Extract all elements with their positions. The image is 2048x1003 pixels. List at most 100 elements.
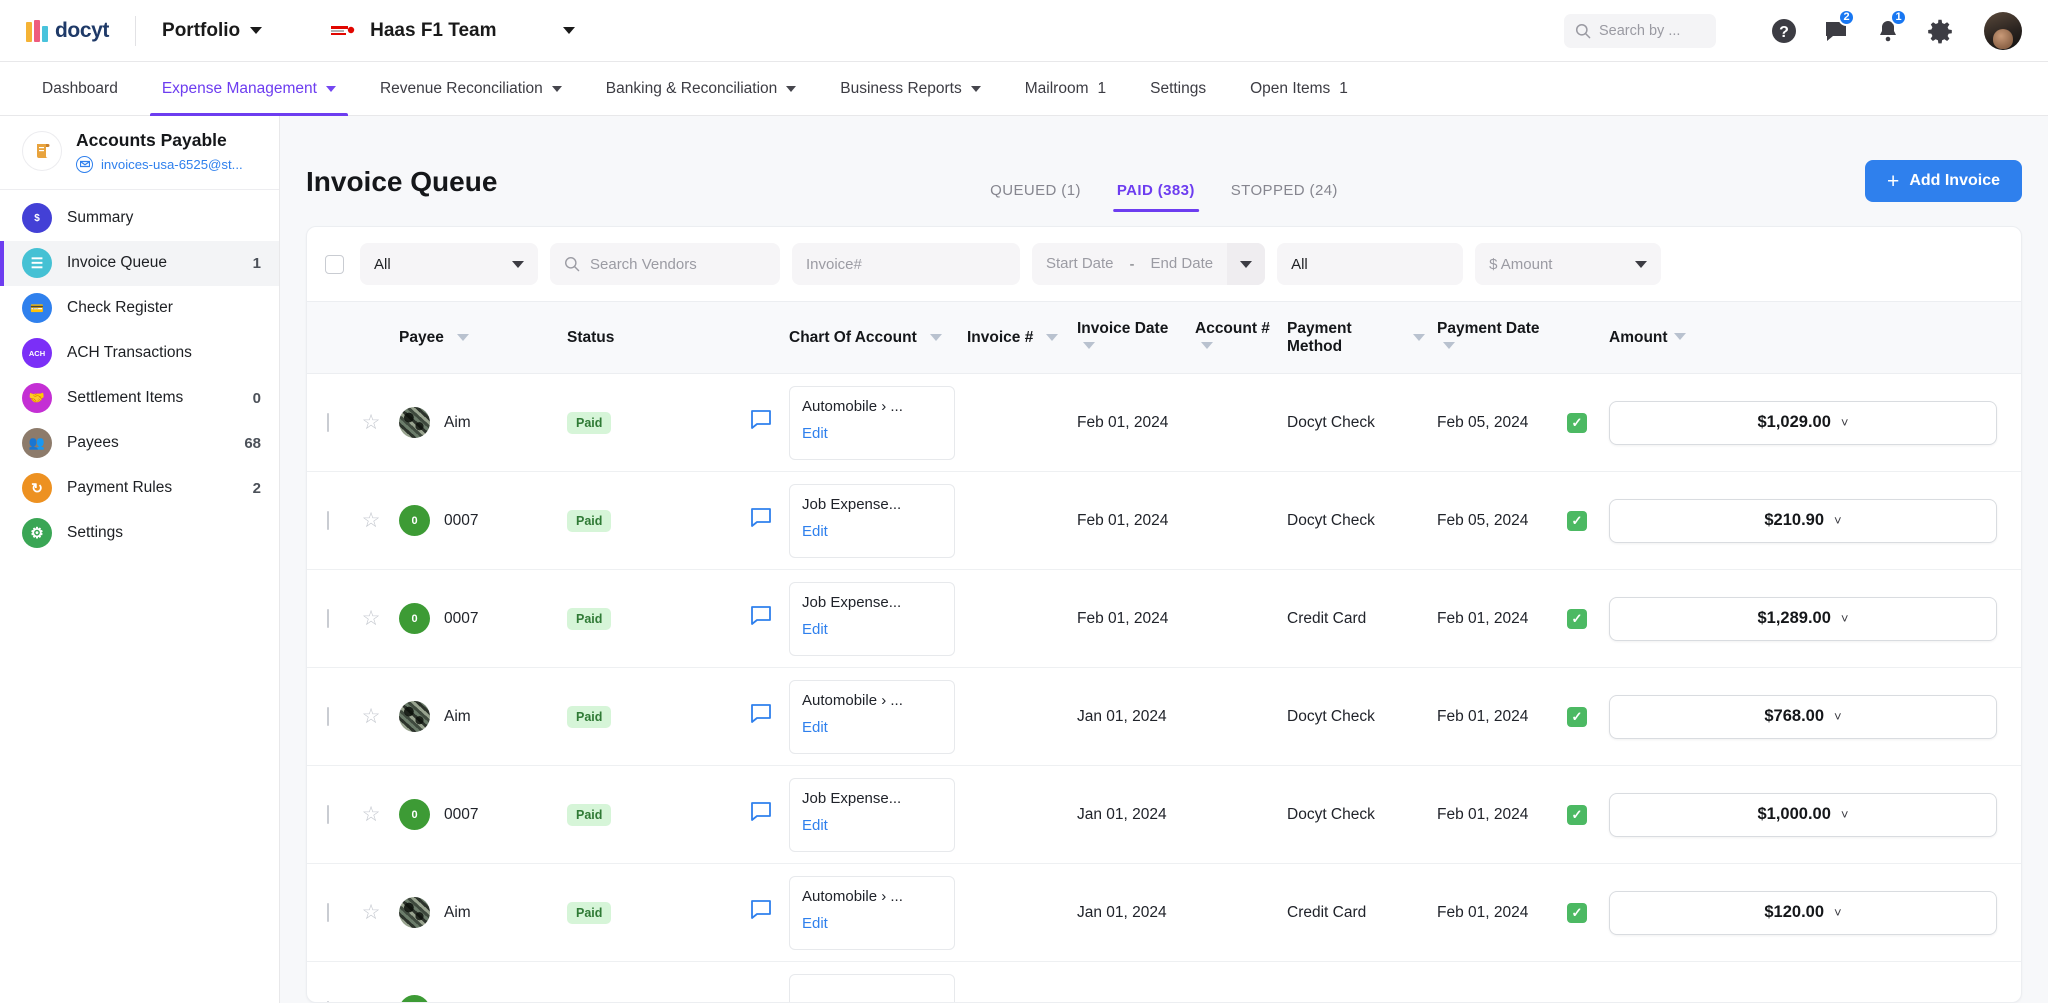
sidebar-item-ach-transactions[interactable]: ACH ACH Transactions [0, 331, 279, 376]
team-selector[interactable]: Haas F1 Team [330, 20, 575, 42]
accounts-payable-header[interactable]: Accounts Payable invoices-usa-6525@st... [0, 116, 279, 190]
sidebar-item-summary[interactable]: $ Summary [0, 196, 279, 241]
row-checkbox[interactable] [327, 804, 329, 824]
table-row[interactable]: ☆ Aim Paid [307, 373, 2021, 472]
coa-edit-link[interactable]: Edit [802, 425, 942, 442]
coa-edit-link[interactable]: Edit [802, 719, 942, 736]
nav-item-mailroom[interactable]: Mailroom 1 [1003, 62, 1128, 116]
th-label: Account # [1195, 319, 1270, 337]
portfolio-selector[interactable]: Portfolio [162, 20, 263, 42]
row-checkbox[interactable] [327, 608, 329, 628]
sidebar-item-invoice-queue[interactable]: ☰ Invoice Queue 1 [0, 240, 279, 286]
sidebar-item-payees[interactable]: 👥 Payees 68 [0, 421, 279, 466]
favorite-star-icon[interactable]: ☆ [362, 803, 381, 826]
comment-icon[interactable] [750, 507, 772, 534]
sidebar-item-settlement-items[interactable]: 🤝 Settlement Items 0 [0, 376, 279, 421]
sidebar-item-payment-rules[interactable]: ↻ Payment Rules 2 [0, 466, 279, 511]
select-all-checkbox[interactable] [325, 254, 344, 274]
nav-item-open-items[interactable]: Open Items 1 [1228, 62, 1370, 116]
favorite-star-icon[interactable]: ☆ [362, 509, 381, 532]
favorite-star-icon[interactable]: ☆ [362, 705, 381, 728]
nav-item-settings[interactable]: Settings [1128, 62, 1228, 116]
th-payee[interactable]: Payee [393, 301, 561, 374]
tab-stopped[interactable]: STOPPED (24) [1213, 182, 1356, 212]
start-date-input[interactable]: Start Date [1032, 243, 1128, 285]
nav-item-banking-reconciliation[interactable]: Banking & Reconciliation [584, 62, 818, 116]
th-amount[interactable]: Amount [1603, 301, 2021, 374]
settings-button[interactable] [1914, 18, 1966, 44]
th-invoice-date[interactable]: Invoice Date [1071, 301, 1189, 374]
nav-item-dashboard[interactable]: Dashboard [20, 62, 140, 116]
th-status[interactable]: Status [561, 301, 739, 374]
calendar-dropdown-button[interactable] [1227, 243, 1266, 285]
coa-box: Job Expense... Edit [789, 581, 955, 656]
docyt-logo[interactable]: docyt [26, 19, 109, 43]
favorite-star-icon[interactable]: ☆ [362, 901, 381, 924]
favorite-star-icon[interactable]: ☆ [362, 411, 381, 434]
date-range-filter[interactable]: Start Date - End Date [1032, 243, 1266, 285]
favorite-star-icon[interactable]: ☆ [362, 607, 381, 630]
coa-edit-link[interactable]: Edit [802, 915, 942, 932]
th-account-number[interactable]: Account # [1189, 301, 1281, 374]
table-row[interactable]: ☆ 0 [307, 961, 2021, 1003]
amount-button[interactable]: $1,029.00 ˅ [1609, 400, 1997, 445]
status-filter-select[interactable]: All [360, 243, 538, 285]
amount-button[interactable]: $1,000.00 ˅ [1609, 792, 1997, 837]
table-row[interactable]: ☆ 0 0007 Paid [307, 765, 2021, 864]
sort-icon [1443, 341, 1455, 349]
comment-icon[interactable] [750, 409, 772, 436]
invoice-table-wrapper[interactable]: Payee Status Chart Of Account Invoice # [307, 301, 2021, 1002]
favorite-star-icon[interactable]: ☆ [362, 999, 381, 1003]
comment-icon[interactable] [750, 801, 772, 828]
search-input[interactable]: Search by ... [1564, 13, 1716, 48]
amount-button[interactable]: $1,289.00 ˅ [1609, 596, 1997, 641]
row-checkbox[interactable] [327, 412, 329, 432]
amount-button[interactable]: $768.00 ˅ [1609, 694, 1997, 739]
sidebar-item-check-register[interactable]: 💳 Check Register [0, 286, 279, 331]
payee-cell: Aim [393, 863, 561, 962]
user-avatar[interactable] [1984, 11, 2022, 50]
row-checkbox[interactable] [327, 1000, 329, 1002]
amount-filter-input[interactable]: $ Amount [1475, 243, 1662, 285]
comment-icon[interactable] [750, 605, 772, 632]
help-button[interactable]: ? [1758, 17, 1810, 45]
coa-edit-link[interactable]: Edit [802, 621, 942, 638]
th-payment-method[interactable]: Payment Method [1281, 301, 1431, 374]
account-number-cell [1189, 765, 1281, 864]
row-checkbox[interactable] [327, 902, 329, 922]
invoice-date-cell: Feb 01, 2024 [1071, 569, 1189, 668]
sidebar-item-settings[interactable]: ⚙ Settings [0, 511, 279, 556]
amount-button[interactable]: $210.90 ˅ [1609, 498, 1997, 543]
notifications-button[interactable]: 1 [1862, 8, 1914, 44]
type-filter-select[interactable]: All [1277, 243, 1464, 285]
status-badge: Paid [567, 901, 612, 924]
tab-paid[interactable]: PAID (383) [1099, 182, 1213, 212]
messages-button[interactable]: 2 [1810, 8, 1862, 44]
tab-queued[interactable]: QUEUED (1) [972, 182, 1099, 212]
nav-item-revenue-reconciliation[interactable]: Revenue Reconciliation [358, 62, 584, 116]
gear-icon: ⚙ [22, 518, 52, 549]
table-row[interactable]: ☆ Aim Paid [307, 667, 2021, 766]
row-checkbox[interactable] [327, 510, 329, 530]
amount-button[interactable]: $120.00 ˅ [1609, 890, 1997, 935]
th-invoice-number[interactable]: Invoice # [961, 301, 1071, 374]
table-row[interactable]: ☆ 0 0007 Paid [307, 471, 2021, 570]
nav-item-business-reports[interactable]: Business Reports [818, 62, 1002, 116]
table-row[interactable]: ☆ Aim Paid [307, 863, 2021, 962]
coa-edit-link[interactable]: Edit [802, 523, 942, 540]
invoice-date-cell: Jan 01, 2024 [1071, 667, 1189, 766]
th-chart-of-account[interactable]: Chart Of Account [783, 301, 961, 374]
table-row[interactable]: ☆ 0 0007 Paid [307, 569, 2021, 668]
accounts-payable-email-row[interactable]: invoices-usa-6525@st... [76, 155, 243, 173]
th-payment-date[interactable]: Payment Date [1431, 301, 1561, 374]
comment-icon[interactable] [750, 703, 772, 730]
vendor-search-input[interactable]: Search Vendors [550, 243, 780, 285]
invoice-number-input[interactable]: Invoice# [792, 243, 1020, 285]
row-checkbox[interactable] [327, 706, 329, 726]
add-invoice-button[interactable]: + Add Invoice [1865, 160, 2022, 202]
coa-edit-link[interactable]: Edit [802, 817, 942, 834]
comment-icon[interactable] [750, 899, 772, 926]
nav-item-expense-management[interactable]: Expense Management [140, 62, 358, 116]
end-date-input[interactable]: End Date [1137, 243, 1228, 285]
payee-cell: 0 0007 [393, 765, 561, 864]
